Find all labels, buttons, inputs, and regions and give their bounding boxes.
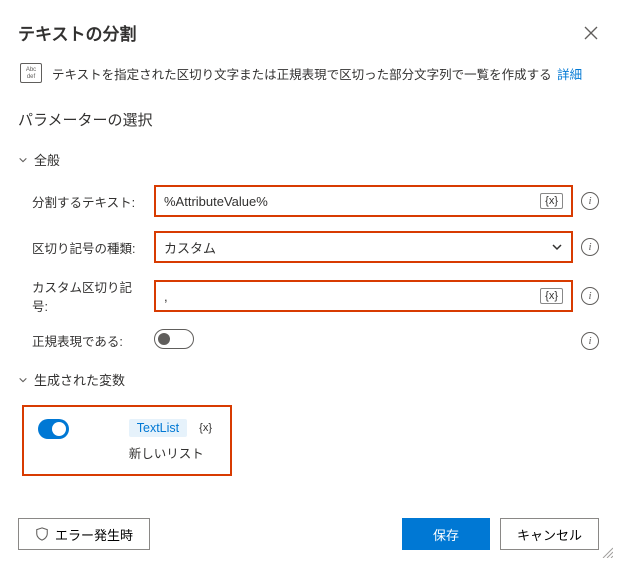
save-button[interactable]: 保存	[402, 518, 490, 550]
row-is-regex: 正規表現である: i	[18, 329, 599, 352]
resize-grip-icon[interactable]	[601, 546, 613, 558]
shield-icon	[35, 527, 49, 541]
info-bar: Abc def テキストを指定された区切り文字または正規表現で区切った部分文字列…	[18, 63, 599, 83]
split-text-label: 分割するテキスト:	[32, 192, 142, 211]
chevron-down-icon	[18, 155, 28, 165]
is-regex-toggle[interactable]	[154, 329, 194, 349]
is-regex-label: 正規表現である:	[32, 331, 142, 350]
generated-variable-box: TextList {x} 新しいリスト	[22, 405, 232, 476]
split-text-value: %AttributeValue%	[164, 194, 268, 209]
delimiter-type-label: 区切り記号の種類:	[32, 238, 142, 257]
custom-delimiter-value: ,	[164, 289, 168, 304]
generated-variable-name[interactable]: TextList	[129, 419, 187, 437]
variable-picker-icon[interactable]: {x}	[540, 288, 563, 304]
split-text-input[interactable]: %AttributeValue% {x}	[154, 185, 573, 217]
parameters-heading: パラメーターの選択	[18, 109, 599, 130]
row-split-text: 分割するテキスト: %AttributeValue% {x} i	[18, 185, 599, 217]
dialog-footer: エラー発生時 保存 キャンセル	[18, 518, 599, 550]
info-icon[interactable]: i	[581, 238, 599, 256]
general-section-toggle[interactable]: 全般	[18, 150, 599, 169]
action-type-icon: Abc def	[20, 63, 42, 83]
dialog-root: テキストの分割 Abc def テキストを指定された区切り文字または正規表現で区…	[0, 0, 617, 536]
info-icon[interactable]: i	[581, 287, 599, 305]
delimiter-type-value: カスタム	[164, 238, 216, 257]
chevron-down-icon	[18, 375, 28, 385]
row-custom-delimiter: カスタム区切り記号: , {x} i	[18, 277, 599, 315]
info-text: テキストを指定された区切り文字または正規表現で区切った部分文字列で一覧を作成する…	[52, 64, 582, 83]
generated-variable-desc: 新しいリスト	[129, 443, 216, 462]
chevron-down-icon	[551, 241, 563, 253]
generated-section-toggle[interactable]: 生成された変数	[18, 370, 599, 389]
info-icon[interactable]: i	[581, 192, 599, 210]
info-icon[interactable]: i	[581, 332, 599, 350]
custom-delimiter-label: カスタム区切り記号:	[32, 277, 142, 315]
cancel-button[interactable]: キャンセル	[500, 518, 599, 550]
on-error-button[interactable]: エラー発生時	[18, 518, 150, 550]
dialog-title: テキストの分割	[18, 20, 137, 45]
variable-type-icon: {x}	[195, 421, 216, 435]
row-delimiter-type: 区切り記号の種類: カスタム i	[18, 231, 599, 263]
variable-picker-icon[interactable]: {x}	[540, 193, 563, 209]
close-icon[interactable]	[583, 25, 599, 41]
generated-label: 生成された変数	[34, 370, 125, 389]
details-link[interactable]: 詳細	[557, 68, 582, 82]
custom-delimiter-input[interactable]: , {x}	[154, 280, 573, 312]
delimiter-type-select[interactable]: カスタム	[154, 231, 573, 263]
dialog-header: テキストの分割	[18, 20, 599, 45]
general-label: 全般	[34, 150, 60, 169]
generated-variable-toggle[interactable]	[38, 419, 69, 439]
